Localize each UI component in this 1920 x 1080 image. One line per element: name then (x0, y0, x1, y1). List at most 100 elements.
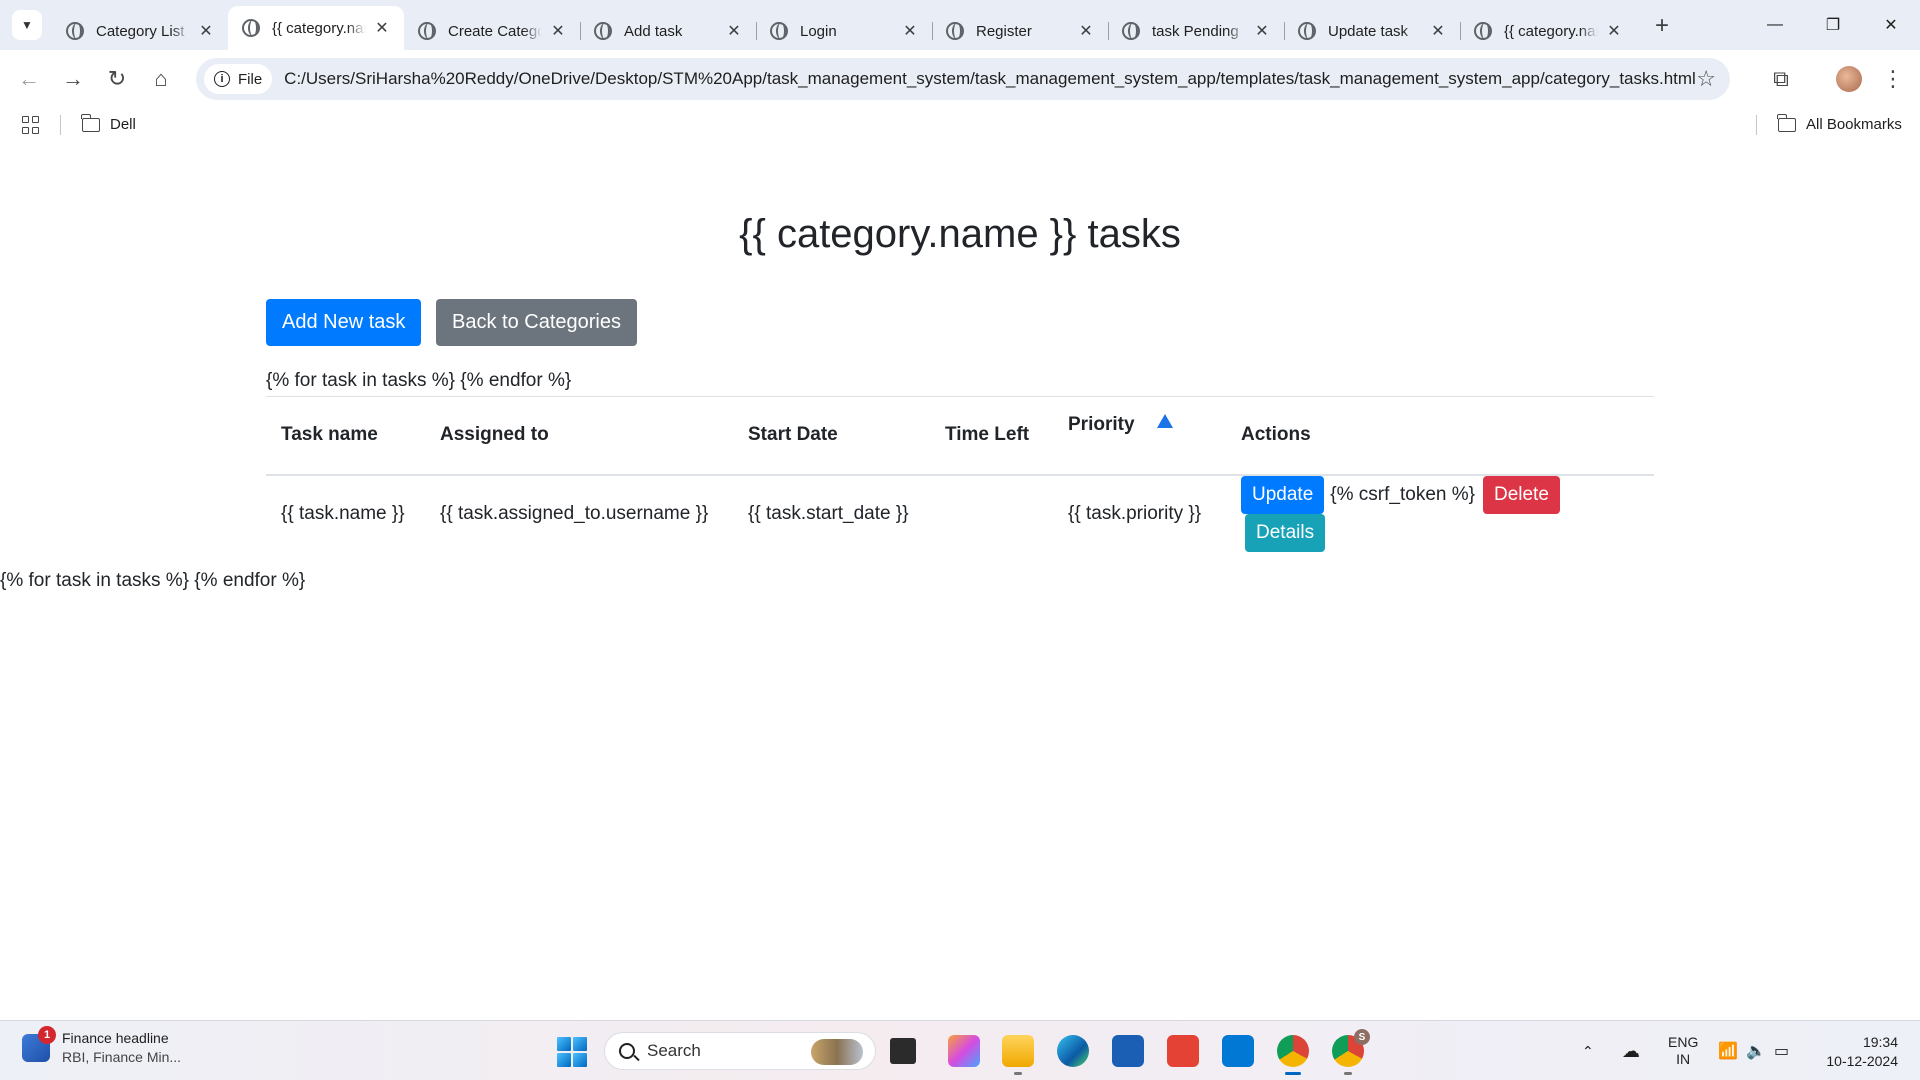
avatar (1836, 66, 1862, 92)
tab-close-icon[interactable]: ✕ (548, 21, 568, 41)
globe-icon (418, 22, 436, 40)
window-controls: — ❐ ✕ (1746, 0, 1920, 50)
csrf-token-text: {% csrf_token %} (1330, 483, 1475, 505)
new-tab-button[interactable]: + (1648, 12, 1676, 40)
vscode-icon[interactable] (1222, 1035, 1254, 1067)
column-header-assigned-to: Assigned to (425, 396, 733, 476)
copilot-icon[interactable] (948, 1035, 980, 1067)
delete-button[interactable]: Delete (1482, 475, 1560, 514)
restore-button[interactable]: ❐ (1804, 0, 1862, 50)
cell-assigned-to: {{ task.assigned_to.username }} (425, 474, 733, 552)
tab-add-task[interactable]: Add task ✕ (580, 12, 756, 50)
table-row: {{ task.name }} {{ task.assigned_to.user… (266, 474, 1654, 552)
tab-close-icon[interactable]: ✕ (372, 18, 392, 38)
tray-overflow-icon[interactable]: ⌃ (1582, 1021, 1594, 1080)
news-icon: 1 (22, 1026, 56, 1062)
news-widget[interactable]: 1 Finance headline RBI, Finance Min... (22, 1026, 181, 1067)
column-header-priority[interactable]: Priority (1053, 396, 1226, 476)
tab-close-icon[interactable]: ✕ (900, 21, 920, 41)
table-header-row: Task name Assigned to Start Date Time Le… (266, 396, 1654, 476)
tab-category-tasks-active[interactable]: {{ category.name }} tasks ✕ (228, 6, 404, 50)
details-button[interactable]: Details (1245, 513, 1326, 552)
bookmark-star-icon[interactable]: ☆ (1696, 66, 1716, 92)
reload-button[interactable]: ↻ (102, 64, 132, 94)
add-new-task-button[interactable]: Add New task (266, 299, 422, 346)
tab-title: Register (976, 22, 1032, 40)
tab-search-button[interactable]: ▼ (12, 10, 42, 40)
tab-task-pending[interactable]: task Pending ✕ (1108, 12, 1284, 50)
address-bar[interactable]: i File C:/Users/SriHarsha%20Reddy/OneDri… (196, 58, 1730, 100)
tab-close-icon[interactable]: ✕ (1428, 21, 1448, 41)
cell-priority: {{ task.priority }} (1053, 474, 1226, 552)
tab-title: Login (800, 22, 837, 40)
clock-time: 19:34 (1862, 1034, 1898, 1050)
tab-close-icon[interactable]: ✕ (1604, 21, 1624, 41)
edge-icon[interactable] (1057, 1035, 1089, 1067)
search-placeholder: Search (647, 1041, 701, 1060)
tasks-table: Task name Assigned to Start Date Time Le… (266, 396, 1654, 552)
apps-grid-icon[interactable] (22, 116, 40, 134)
chrome-icon[interactable] (1277, 1035, 1309, 1075)
language-indicator[interactable]: ENG IN (1668, 1021, 1698, 1080)
language-code: ENG (1668, 1034, 1699, 1050)
bookmark-folder-dell[interactable]: Dell (81, 113, 136, 133)
region-code: IN (1676, 1051, 1691, 1067)
battery-icon[interactable]: ▭ (1774, 1021, 1789, 1080)
tab-update-task[interactable]: Update task ✕ (1284, 12, 1460, 50)
extensions-button[interactable]: ⧉ (1764, 64, 1798, 94)
tab-close-icon[interactable]: ✕ (196, 21, 216, 41)
template-loop-text: {% for task in tasks %} {% endfor %} (266, 370, 572, 391)
store-icon[interactable] (1112, 1035, 1144, 1067)
tab-close-icon[interactable]: ✕ (724, 21, 744, 41)
cell-start-date: {{ task.start_date }} (733, 474, 930, 552)
cell-actions: Update {% csrf_token %} Delete Details (1226, 474, 1654, 552)
globe-icon (1474, 22, 1492, 40)
home-icon: ⌂ (154, 66, 168, 91)
clock-date: 10-12-2024 (1826, 1053, 1898, 1069)
tab-title: {{ category.name }} tasks (272, 19, 366, 37)
file-explorer-icon[interactable] (1002, 1035, 1034, 1075)
globe-icon (770, 22, 788, 40)
sort-ascending-icon[interactable] (1156, 414, 1173, 429)
browser-menu-button[interactable]: ⋮ (1878, 64, 1908, 94)
back-button[interactable]: ← (14, 64, 44, 94)
volume-icon[interactable]: 🔈 (1746, 1021, 1766, 1080)
forward-button[interactable]: → (58, 64, 88, 94)
tab-close-icon[interactable]: ✕ (1076, 21, 1096, 41)
tab-category-tasks-2[interactable]: {{ category.name }} tasks ✕ (1460, 12, 1636, 50)
tab-create-category[interactable]: Create Category ✕ (404, 12, 580, 50)
folder-icon (81, 113, 100, 132)
tab-login[interactable]: Login ✕ (756, 12, 932, 50)
tab-category-list[interactable]: Category List ✕ (52, 12, 228, 50)
page-content: {{ category.name }} tasks Add New task B… (0, 142, 1920, 1020)
task-view-icon[interactable] (890, 1038, 916, 1064)
tab-register[interactable]: Register ✕ (932, 12, 1108, 50)
clock[interactable]: 19:34 10-12-2024 (1826, 1033, 1898, 1071)
start-button[interactable] (557, 1037, 587, 1067)
onedrive-icon[interactable]: ☁ (1622, 1021, 1640, 1080)
chrome-profile-icon[interactable]: S (1332, 1029, 1370, 1075)
url-text[interactable]: C:/Users/SriHarsha%20Reddy/OneDrive/Desk… (284, 69, 1704, 89)
taskbar-search[interactable]: Search (604, 1032, 876, 1070)
arrow-left-icon: ← (18, 66, 40, 91)
windows-taskbar: 1 Finance headline RBI, Finance Min... S… (0, 1020, 1920, 1080)
update-button[interactable]: Update (1241, 475, 1325, 514)
home-button[interactable]: ⌂ (146, 64, 176, 94)
close-window-button[interactable]: ✕ (1862, 0, 1920, 50)
minimize-button[interactable]: — (1746, 0, 1804, 50)
globe-icon (242, 19, 260, 37)
tab-title: task Pending (1152, 22, 1239, 40)
all-bookmarks-label: All Bookmarks (1806, 116, 1902, 133)
profile-button[interactable] (1832, 64, 1866, 94)
tab-title: Create Category (448, 22, 542, 40)
info-icon: i (214, 71, 230, 87)
news-title: Finance headline (62, 1030, 169, 1046)
wifi-icon[interactable]: 📶 (1718, 1021, 1738, 1080)
profile-badge: S (1354, 1029, 1370, 1045)
anydesk-icon[interactable] (1167, 1035, 1199, 1067)
column-header-task-name: Task name (266, 396, 425, 476)
all-bookmarks-button[interactable]: All Bookmarks (1777, 113, 1902, 133)
tab-close-icon[interactable]: ✕ (1252, 21, 1272, 41)
site-info-chip[interactable]: i File (204, 64, 273, 94)
back-to-categories-button[interactable]: Back to Categories (436, 299, 637, 346)
